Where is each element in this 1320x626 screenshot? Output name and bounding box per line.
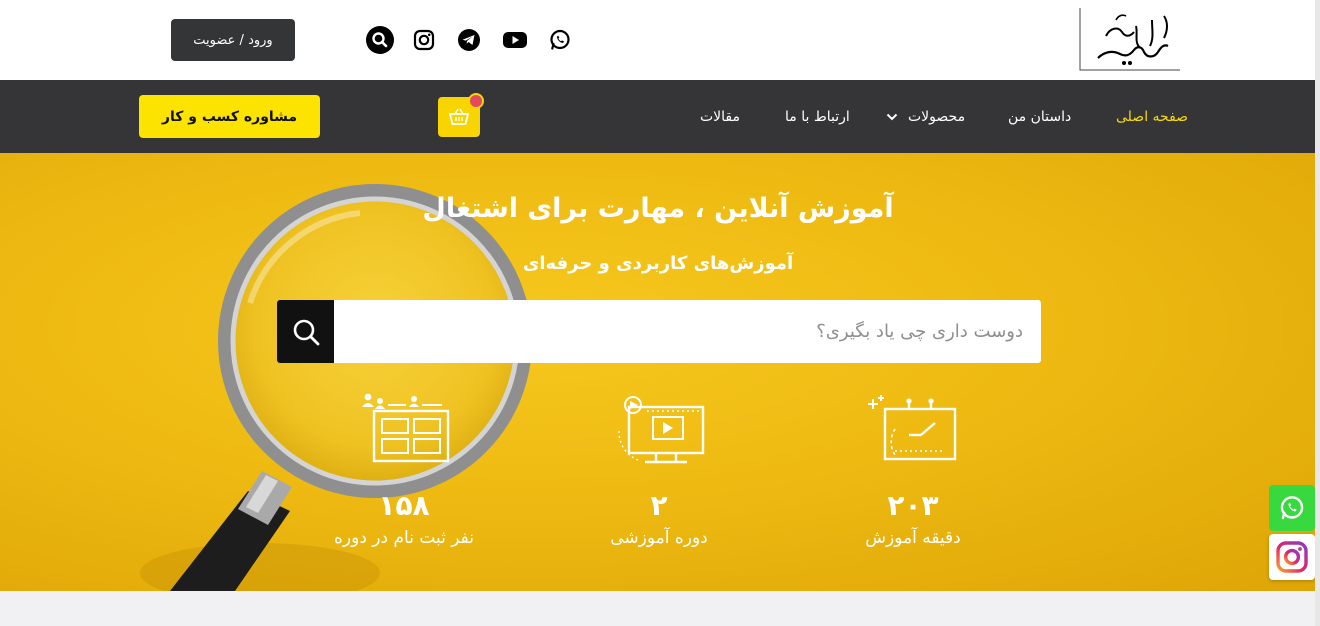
hero-title: آموزش آنلاین ، مهارت برای اشتغال: [422, 193, 894, 224]
hero-section: آموزش آنلاین ، مهارت برای اشتغال آموزش‌ه…: [0, 153, 1320, 591]
stat-courses-label: دوره آموزشی: [610, 528, 708, 548]
business-consult-button[interactable]: مشاوره کسب و کار: [139, 95, 320, 138]
search-icon[interactable]: [365, 25, 395, 55]
stat-enrolled: ۱۵۸ نفر ثبت نام در دوره: [294, 391, 514, 548]
instagram-icon[interactable]: [409, 25, 439, 55]
page-scrollbar[interactable]: [1315, 0, 1320, 626]
basket-icon: [448, 107, 470, 127]
cart-button[interactable]: [438, 93, 484, 137]
stat-enrolled-label: نفر ثبت نام در دوره: [334, 528, 474, 548]
stat-minutes: ۲۰۳ دقیقه آموزش: [803, 391, 1023, 548]
stat-courses: ۲ دوره آموزشی: [549, 391, 769, 548]
whatsapp-icon[interactable]: [545, 25, 575, 55]
search-input[interactable]: [337, 300, 1037, 363]
instagram-icon: [1275, 540, 1309, 574]
nav-products[interactable]: محصولات: [886, 80, 965, 153]
main-nav: صفحه اصلی داستان من محصولات ارتباط با ما…: [0, 80, 1320, 153]
stat-courses-value: ۲: [650, 489, 668, 522]
nav-products-label: محصولات: [908, 108, 966, 125]
top-bar: ورود / عضویت: [0, 0, 1320, 80]
site-logo[interactable]: [1076, 6, 1182, 74]
clock-board-icon: [803, 391, 1023, 471]
telegram-icon[interactable]: [454, 25, 484, 55]
nav-articles[interactable]: مقالات: [700, 80, 740, 153]
search-submit-button[interactable]: [277, 300, 334, 363]
nav-contact[interactable]: ارتباط با ما: [785, 80, 850, 153]
users-board-icon: [294, 391, 514, 471]
floating-instagram-button[interactable]: [1269, 534, 1315, 580]
stat-minutes-label: دقیقه آموزش: [865, 528, 961, 548]
chevron-down-icon: [886, 113, 898, 121]
nav-home[interactable]: صفحه اصلی: [1116, 80, 1188, 153]
stat-enrolled-value: ۱۵۸: [378, 489, 430, 522]
stat-minutes-value: ۲۰۳: [887, 489, 939, 522]
page-bottom-strip: [0, 591, 1320, 626]
nav-my-story[interactable]: داستان من: [1008, 80, 1071, 153]
hero-subtitle: آموزش‌های کاربردی و حرفه‌ای: [522, 253, 794, 274]
login-register-button[interactable]: ورود / عضویت: [171, 19, 295, 61]
video-monitor-icon: [549, 391, 769, 471]
cart-count-badge: [468, 93, 484, 109]
floating-whatsapp-button[interactable]: [1269, 485, 1315, 531]
youtube-icon[interactable]: [500, 25, 530, 55]
course-search-box: [277, 300, 1041, 363]
whatsapp-icon: [1279, 495, 1305, 521]
search-icon: [291, 317, 321, 347]
